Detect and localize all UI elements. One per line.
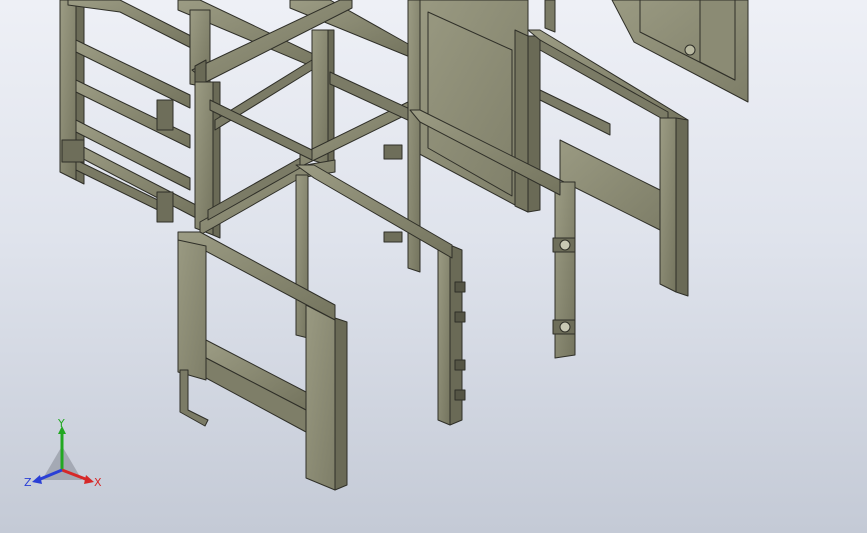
- x-axis-label: X: [94, 476, 102, 489]
- top-rails[interactable]: [67, 0, 411, 97]
- x-axis-arrow-icon: [84, 475, 94, 484]
- graphics-viewport[interactable]: Y X Z: [0, 0, 867, 533]
- z-axis-arrow-icon: [32, 475, 42, 484]
- front-left-panel[interactable]: [177, 231, 348, 491]
- right-frame[interactable]: [527, 29, 689, 359]
- z-axis-label: Z: [24, 476, 32, 489]
- center-door-panel[interactable]: [407, 0, 556, 273]
- axis-triad: Y X Z: [24, 418, 102, 489]
- assembly-model[interactable]: [0, 0, 867, 533]
- y-axis-label: Y: [57, 418, 65, 430]
